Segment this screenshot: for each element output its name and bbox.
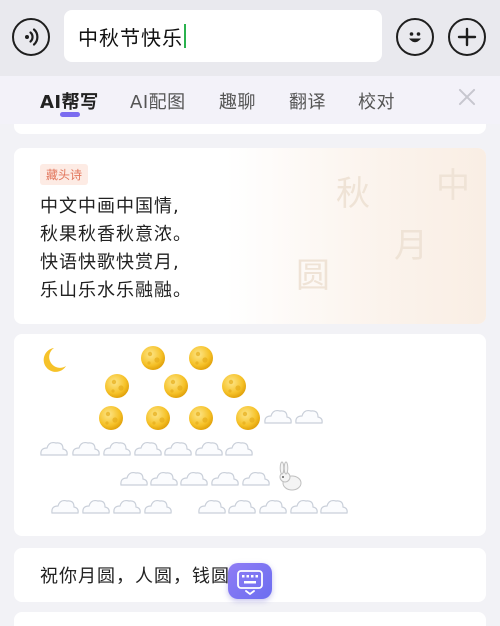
cloud-icon: [264, 409, 292, 424]
input-toolbar: 中秋节快乐: [0, 0, 500, 76]
cloud-icon: [290, 499, 318, 514]
tab-ai-write[interactable]: AI帮写: [40, 88, 99, 114]
poem-line: 秋果秋香秋意浓。: [40, 224, 192, 245]
cloud-icon: [40, 441, 68, 456]
suggestion-list: 秋 月 圆 中 藏头诗 中文中画中国情, 秋果秋香秋意浓。 快语快歌快赏月, 乐…: [0, 124, 500, 626]
emoji-art: [40, 346, 348, 514]
previous-suggestion-card[interactable]: [14, 124, 486, 134]
cloud-icon: [295, 409, 323, 424]
tab-translate[interactable]: 翻译: [289, 88, 326, 114]
tab-proofread[interactable]: 校对: [358, 88, 395, 114]
emoji-icon: [409, 32, 421, 43]
tab-ai-image[interactable]: AI配图: [130, 88, 186, 114]
poem-type-tag: 藏头诗: [40, 164, 89, 185]
cloud-icon: [113, 499, 141, 514]
active-tab-indicator: [60, 112, 80, 117]
cloud-icon: [180, 471, 208, 486]
moon-icon: [43, 348, 66, 372]
poem-suggestion-card[interactable]: 秋 月 圆 中 藏头诗 中文中画中国情, 秋果秋香秋意浓。 快语快歌快赏月, 乐…: [14, 148, 486, 324]
cloud-icon: [228, 499, 256, 514]
full-moon-icon: [146, 406, 170, 430]
cloud-icon: [320, 499, 348, 514]
cloud-icon: [51, 499, 79, 514]
keyboard-ai-panel: 中秋节快乐 AI帮写 AI配图 趣聊 翻译 校对 秋 月 圆 中 藏头诗 中文中…: [0, 0, 500, 626]
cloud-icon: [82, 499, 110, 514]
cloud-icon: [120, 471, 148, 486]
full-moon-icon: [189, 346, 213, 370]
cloud-icon: [195, 441, 223, 456]
plus-button[interactable]: [448, 18, 486, 56]
poem-line: 中文中画中国情,: [40, 196, 180, 217]
cloud-icon: [242, 471, 270, 486]
keyboard-icon: [237, 570, 263, 596]
full-moon-icon: [222, 374, 246, 398]
full-moon-icon: [141, 346, 165, 370]
poem-line: 快语快歌快赏月,: [40, 252, 180, 273]
input-value: 中秋节快乐: [78, 25, 183, 50]
cloud-icon: [103, 441, 131, 456]
cloud-icon: [72, 441, 100, 456]
keyboard-toggle-button[interactable]: [228, 563, 272, 599]
tab-chat[interactable]: 趣聊: [219, 88, 256, 114]
cloud-icon: [211, 471, 239, 486]
next-suggestion-card[interactable]: [14, 612, 486, 626]
cloud-icon: [144, 499, 172, 514]
ai-tab-bar: AI帮写 AI配图 趣聊 翻译 校对: [0, 76, 500, 124]
cloud-icon: [150, 471, 178, 486]
cloud-icon: [134, 441, 162, 456]
text-input[interactable]: 中秋节快乐: [64, 10, 382, 62]
full-moon-icon: [236, 406, 260, 430]
poem-line: 乐山乐水乐融融。: [40, 280, 192, 301]
cloud-icon: [225, 441, 253, 456]
full-moon-icon: [99, 406, 123, 430]
voice-icon: [25, 28, 39, 46]
rabbit-icon: [279, 461, 302, 491]
text-caret: [184, 24, 186, 48]
cloud-icon: [259, 499, 287, 514]
emoji-button[interactable]: [396, 18, 434, 56]
emoji-art-card[interactable]: [14, 334, 486, 536]
close-icon[interactable]: [456, 86, 478, 108]
poem-text: 中文中画中国情, 秋果秋香秋意浓。 快语快歌快赏月, 乐山乐水乐融融。: [40, 193, 460, 305]
full-moon-icon: [189, 406, 213, 430]
cloud-icon: [198, 499, 226, 514]
full-moon-icon: [105, 374, 129, 398]
cloud-icon: [164, 441, 192, 456]
full-moon-icon: [164, 374, 188, 398]
plus-icon: [457, 27, 477, 47]
wish-text: 祝你月圆，人圆，钱圆💰: [40, 566, 254, 587]
voice-button[interactable]: [12, 18, 50, 56]
